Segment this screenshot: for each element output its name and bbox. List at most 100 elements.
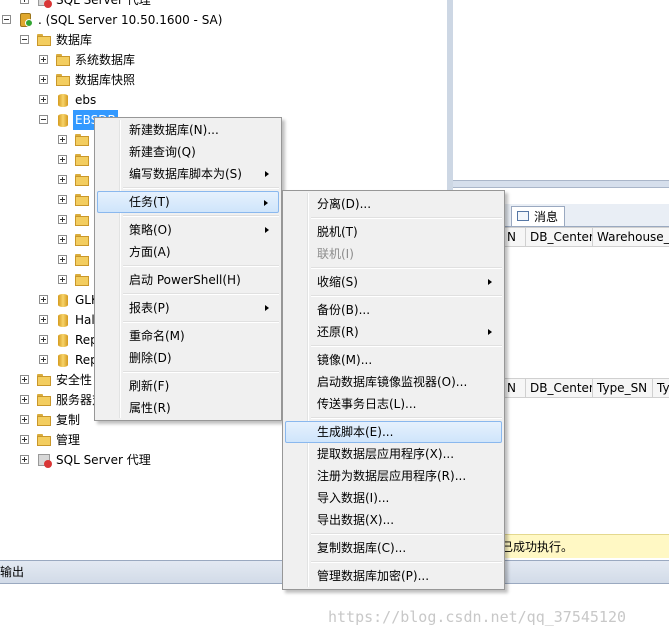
menu-item-generate-scripts[interactable]: 生成脚本(E)... <box>285 421 502 443</box>
menu-item-rename[interactable]: 重命名(M) <box>97 325 279 347</box>
menu-item-label: 生成脚本(E)... <box>317 425 394 439</box>
menu-item-properties[interactable]: 属性(R) <box>97 397 279 419</box>
tree-node-label: 数据库 <box>56 33 93 47</box>
menu-item-export-data[interactable]: 导出数据(X)... <box>285 509 502 531</box>
column-header[interactable]: Typ <box>652 379 669 397</box>
menu-item-import-data[interactable]: 导入数据(I)... <box>285 487 502 509</box>
menu-item-label: 任务(T) <box>129 195 170 209</box>
database-icon <box>55 112 71 128</box>
expand-icon[interactable] <box>58 155 67 164</box>
menu-item-label: 新建数据库(N)... <box>129 123 219 137</box>
submenu-arrow-icon <box>264 200 268 206</box>
menu-item-ship-transaction-logs[interactable]: 传送事务日志(L)... <box>285 393 502 415</box>
tree-node-label: ebs <box>75 93 97 107</box>
menu-item-new-query[interactable]: 新建查询(Q) <box>97 141 279 163</box>
expand-icon[interactable] <box>58 235 67 244</box>
menu-item-label: 报表(P) <box>129 301 170 315</box>
expand-icon[interactable] <box>39 95 48 104</box>
expand-icon[interactable] <box>20 395 29 404</box>
collapse-icon[interactable] <box>2 15 11 24</box>
menu-item-backup[interactable]: 备份(B)... <box>285 299 502 321</box>
expand-icon[interactable] <box>20 435 29 444</box>
folder-icon <box>74 272 90 288</box>
menu-item-new-database[interactable]: 新建数据库(N)... <box>97 119 279 141</box>
expand-icon[interactable] <box>58 255 67 264</box>
menu-item-extract-data-tier-app[interactable]: 提取数据层应用程序(X)... <box>285 443 502 465</box>
menu-separator <box>311 217 502 219</box>
expand-icon[interactable] <box>20 415 29 424</box>
menu-item-label: 联机(I) <box>317 247 354 261</box>
menu-item-detach[interactable]: 分离(D)... <box>285 193 502 215</box>
menu-item-label: 注册为数据层应用程序(R)... <box>317 469 467 483</box>
expand-icon[interactable] <box>39 315 48 324</box>
menu-item-label: 方面(A) <box>129 245 171 259</box>
collapse-icon[interactable] <box>20 35 29 44</box>
expand-icon[interactable] <box>20 375 29 384</box>
menu-item-restore[interactable]: 还原(R) <box>285 321 502 343</box>
column-header[interactable]: N <box>503 228 525 246</box>
expand-icon[interactable] <box>58 215 67 224</box>
folder-icon <box>36 32 52 48</box>
submenu-arrow-icon <box>488 329 492 335</box>
menu-item-start-powershell[interactable]: 启动 PowerShell(H) <box>97 269 279 291</box>
database-icon <box>55 92 71 108</box>
tree-node-label: SQL Server 代理 <box>56 453 151 467</box>
menu-item-label: 重命名(M) <box>129 329 185 343</box>
expand-icon[interactable] <box>39 55 48 64</box>
menu-separator <box>311 533 502 535</box>
menu-item-reports[interactable]: 报表(P) <box>97 297 279 319</box>
message-icon <box>517 211 529 221</box>
expand-icon[interactable] <box>39 75 48 84</box>
menu-item-script-as[interactable]: 编写数据库脚本为(S) <box>97 163 279 185</box>
tree-node-label: Hal <box>75 313 95 327</box>
menu-item-copy-database[interactable]: 复制数据库(C)... <box>285 537 502 559</box>
watermark-text: https://blog.csdn.net/qq_37545120 <box>328 608 627 626</box>
menu-separator <box>311 345 502 347</box>
tree-node-label: . (SQL Server 10.50.1600 - SA) <box>38 13 223 27</box>
menu-item-label: 新建查询(Q) <box>129 145 196 159</box>
sql-agent-icon <box>36 452 52 468</box>
expand-icon[interactable] <box>39 295 48 304</box>
menu-item-delete[interactable]: 删除(D) <box>97 347 279 369</box>
menu-separator <box>311 417 502 419</box>
tree-node-label: 数据库快照 <box>75 73 136 87</box>
expand-icon[interactable] <box>58 195 67 204</box>
expand-icon[interactable] <box>58 275 67 284</box>
menu-item-mirror[interactable]: 镜像(M)... <box>285 349 502 371</box>
column-header[interactable]: Warehouse_SN <box>592 228 669 246</box>
folder-icon <box>55 72 71 88</box>
menu-item-label: 收缩(S) <box>317 275 358 289</box>
expand-icon[interactable] <box>58 135 67 144</box>
folder-icon <box>74 132 90 148</box>
tab-messages[interactable]: 消息 <box>511 206 566 226</box>
column-header[interactable]: DB_Center <box>525 379 592 397</box>
menu-item-register-data-tier-app[interactable]: 注册为数据层应用程序(R)... <box>285 465 502 487</box>
expand-icon[interactable] <box>20 0 29 4</box>
menu-item-shrink[interactable]: 收缩(S) <box>285 271 502 293</box>
tree-node-label: 管理 <box>56 433 81 447</box>
column-header[interactable]: Type_SN <box>592 379 652 397</box>
collapse-icon[interactable] <box>39 115 48 124</box>
tree-node-label: SQL Server 代理 <box>56 0 151 7</box>
menu-item-label: 启动数据库镜像监视器(O)... <box>317 375 468 389</box>
expand-icon[interactable] <box>20 455 29 464</box>
splitter[interactable] <box>453 180 669 188</box>
menu-item-tasks[interactable]: 任务(T) <box>97 191 279 213</box>
expand-icon[interactable] <box>58 175 67 184</box>
menu-item-refresh[interactable]: 刷新(F) <box>97 375 279 397</box>
expand-icon[interactable] <box>39 335 48 344</box>
expand-icon[interactable] <box>39 355 48 364</box>
menu-item-policies[interactable]: 策略(O) <box>97 219 279 241</box>
folder-icon <box>36 412 52 428</box>
menu-separator <box>311 267 502 269</box>
menu-item-label: 属性(R) <box>129 401 171 415</box>
menu-item-take-offline[interactable]: 脱机(T) <box>285 221 502 243</box>
column-header[interactable]: DB_Center <box>525 228 592 246</box>
menu-item-label: 备份(B)... <box>317 303 371 317</box>
menu-item-manage-encryption[interactable]: 管理数据库加密(P)... <box>285 565 502 587</box>
menu-item-launch-mirroring-monitor[interactable]: 启动数据库镜像监视器(O)... <box>285 371 502 393</box>
menu-item-facets[interactable]: 方面(A) <box>97 241 279 263</box>
column-header[interactable]: N <box>503 379 525 397</box>
database-context-menu: 新建数据库(N)... 新建查询(Q) 编写数据库脚本为(S) 任务(T) 策略… <box>94 117 282 421</box>
menu-item-label: 镜像(M)... <box>317 353 373 367</box>
